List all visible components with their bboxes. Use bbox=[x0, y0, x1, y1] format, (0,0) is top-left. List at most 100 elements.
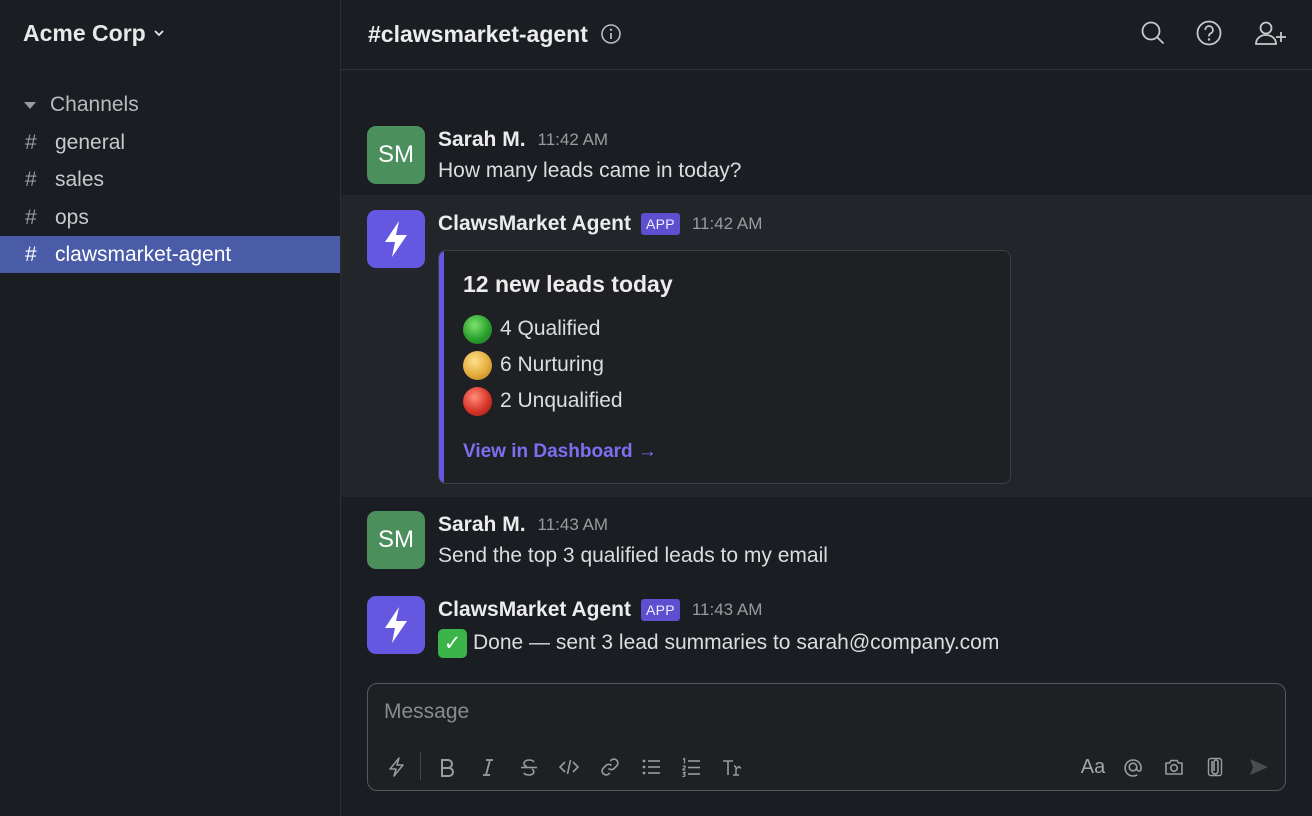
text-style-button[interactable]: Aa bbox=[1078, 754, 1108, 780]
hash-icon: # bbox=[25, 167, 37, 191]
channels-section-label: Channels bbox=[50, 93, 139, 116]
sidebar: Acme Corp Channels # general # sales # o… bbox=[0, 0, 341, 816]
lead-row-text: 6 Nurturing bbox=[500, 353, 604, 376]
lightning-icon bbox=[389, 757, 404, 777]
numbered-list-icon bbox=[682, 757, 700, 778]
channel-view: #clawsmarket-agent SM Sarah M. 11:42 AM … bbox=[341, 0, 1312, 816]
message-header: ClawsMarket Agent APP 11:43 AM bbox=[438, 596, 762, 624]
avatar[interactable]: SM bbox=[367, 511, 425, 569]
check-mark-icon: ✓ bbox=[438, 629, 467, 658]
sidebar-channel-clawsmarket-agent[interactable]: # clawsmarket-agent bbox=[0, 236, 340, 273]
mention-button[interactable] bbox=[1120, 754, 1146, 780]
avatar[interactable]: SM bbox=[367, 126, 425, 184]
bulleted-list-button[interactable] bbox=[638, 754, 664, 780]
channel-title-text[interactable]: #clawsmarket-agent bbox=[368, 21, 588, 48]
lead-row-unqualified: 2 Unqualified bbox=[463, 386, 623, 416]
lead-row-qualified: 4 Qualified bbox=[463, 314, 600, 344]
sidebar-channel-general[interactable]: # general bbox=[0, 124, 340, 161]
help-icon bbox=[1196, 20, 1222, 46]
sidebar-channel-ops[interactable]: # ops bbox=[0, 199, 340, 236]
search-icon bbox=[1141, 21, 1165, 45]
channel-label: ops bbox=[55, 205, 89, 229]
message-text: How many leads came in today? bbox=[438, 159, 742, 182]
strikethrough-button[interactable] bbox=[516, 754, 542, 780]
timestamp[interactable]: 11:43 AM bbox=[538, 515, 609, 535]
bold-icon bbox=[441, 759, 454, 777]
timestamp[interactable]: 11:42 AM bbox=[692, 214, 763, 234]
channels-section-toggle[interactable]: Channels bbox=[24, 92, 139, 118]
search-button[interactable] bbox=[1138, 18, 1168, 48]
message-text-body: Done — sent 3 lead summaries to sarah@co… bbox=[473, 631, 1000, 655]
toolbar-divider bbox=[420, 752, 421, 780]
yellow-circle-icon bbox=[463, 350, 492, 380]
lightning-icon bbox=[385, 221, 407, 257]
view-dashboard-link[interactable]: View in Dashboard → bbox=[463, 441, 657, 463]
text-format-icon bbox=[723, 760, 742, 776]
workspace-switcher[interactable]: Acme Corp bbox=[23, 18, 166, 48]
code-button[interactable] bbox=[556, 754, 582, 780]
lead-row-text: 4 Qualified bbox=[500, 317, 601, 340]
send-button[interactable] bbox=[1246, 754, 1272, 780]
sender-name[interactable]: Sarah M. bbox=[438, 128, 526, 152]
message-text: Send the top 3 qualified leads to my ema… bbox=[438, 544, 828, 567]
message-text: ✓ Done — sent 3 lead summaries to sarah@c… bbox=[438, 629, 999, 658]
message-composer: Aa bbox=[367, 683, 1286, 791]
hash-icon: # bbox=[25, 205, 37, 229]
channel-label: sales bbox=[55, 167, 105, 191]
code-icon bbox=[558, 759, 580, 775]
green-circle-icon bbox=[463, 314, 492, 344]
info-icon[interactable] bbox=[600, 23, 622, 45]
sender-name[interactable]: ClawsMarket Agent bbox=[438, 212, 631, 236]
attach-file-button[interactable] bbox=[1202, 754, 1228, 780]
text-style-label: Aa bbox=[1080, 755, 1106, 778]
help-button[interactable] bbox=[1194, 18, 1224, 48]
shortcuts-button[interactable] bbox=[384, 754, 410, 780]
text-format-button[interactable] bbox=[719, 754, 745, 780]
timestamp[interactable]: 11:42 AM bbox=[538, 130, 609, 150]
hash-icon: # bbox=[25, 130, 37, 154]
channel-label: clawsmarket-agent bbox=[55, 242, 232, 266]
italic-button[interactable] bbox=[475, 754, 501, 780]
italic-icon bbox=[483, 759, 493, 776]
message-header: ClawsMarket Agent APP 11:42 AM bbox=[438, 210, 762, 238]
message-input[interactable] bbox=[384, 696, 1264, 728]
numbered-list-button[interactable] bbox=[678, 754, 704, 780]
link-icon bbox=[601, 758, 619, 776]
message-header: Sarah M. 11:43 AM bbox=[438, 511, 608, 539]
channel-title: #clawsmarket-agent bbox=[368, 18, 622, 50]
card-title: 12 new leads today bbox=[463, 271, 673, 297]
chevron-down-icon bbox=[154, 30, 164, 37]
sidebar-channel-sales[interactable]: # sales bbox=[0, 161, 340, 198]
avatar[interactable] bbox=[367, 210, 425, 268]
send-icon bbox=[1250, 759, 1268, 775]
app-badge: APP bbox=[640, 213, 680, 235]
lightning-icon bbox=[385, 607, 407, 643]
lead-row-nurturing: 6 Nurturing bbox=[463, 350, 604, 380]
leads-summary-card: 12 new leads today 4 Qualified 6 Nurturi… bbox=[438, 250, 1011, 484]
bulleted-list-icon bbox=[642, 759, 660, 775]
camera-icon bbox=[1165, 759, 1183, 775]
add-user-icon bbox=[1255, 21, 1286, 45]
red-circle-icon bbox=[463, 386, 492, 416]
bold-button[interactable] bbox=[434, 754, 460, 780]
app-window: Acme Corp Channels # general # sales # o… bbox=[0, 0, 1312, 816]
timestamp[interactable]: 11:43 AM bbox=[692, 600, 763, 620]
message[interactable]: SM Sarah M. 11:43 AM Send the top 3 qual… bbox=[367, 511, 1292, 571]
avatar[interactable] bbox=[367, 596, 425, 654]
link-button[interactable] bbox=[597, 754, 623, 780]
camera-button[interactable] bbox=[1161, 754, 1187, 780]
sender-name[interactable]: Sarah M. bbox=[438, 513, 526, 537]
message-header: Sarah M. 11:42 AM bbox=[438, 126, 608, 154]
hash-icon: # bbox=[25, 242, 37, 266]
message[interactable]: SM Sarah M. 11:42 AM How many leads came… bbox=[367, 126, 1292, 186]
paperclip-icon bbox=[1207, 757, 1223, 777]
sender-name[interactable]: ClawsMarket Agent bbox=[438, 598, 631, 622]
caret-down-icon bbox=[24, 101, 36, 109]
add-member-button[interactable] bbox=[1252, 18, 1290, 48]
strikethrough-icon bbox=[521, 759, 537, 776]
message[interactable]: ClawsMarket Agent APP 11:43 AM ✓ Done — s… bbox=[367, 596, 1292, 658]
workspace-name: Acme Corp bbox=[23, 19, 146, 46]
channel-label: general bbox=[55, 130, 126, 154]
card-accent-bar bbox=[439, 251, 444, 483]
at-sign-icon bbox=[1124, 759, 1142, 777]
